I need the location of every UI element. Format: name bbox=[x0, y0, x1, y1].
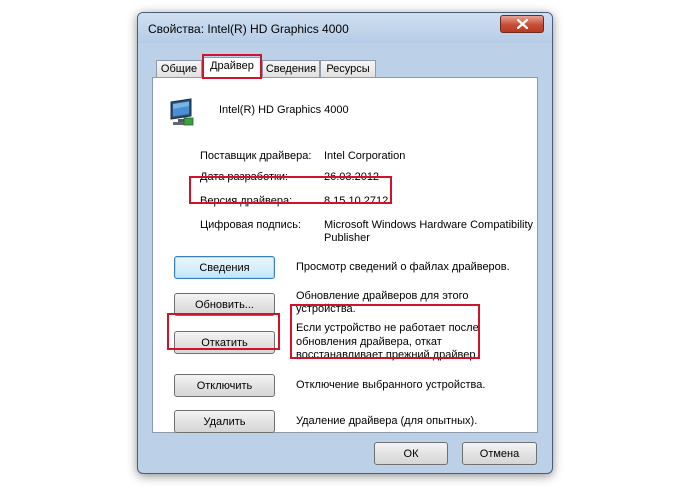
rollback-description-highlight bbox=[290, 304, 480, 359]
tab-general[interactable]: Общие bbox=[156, 60, 202, 77]
properties-dialog: Свойства: Intel(R) HD Graphics 4000 Общи… bbox=[137, 12, 553, 474]
signature-value-line1: Microsoft Windows Hardware Compatibility bbox=[324, 219, 534, 231]
signature-label: Цифровая подпись: bbox=[200, 219, 302, 231]
uninstall-driver-button[interactable]: Удалить bbox=[174, 410, 275, 433]
device-name: Intel(R) HD Graphics 4000 bbox=[219, 104, 349, 116]
rollback-button-highlight bbox=[167, 313, 280, 350]
driver-details-button[interactable]: Сведения bbox=[174, 256, 275, 279]
monitor-icon bbox=[170, 98, 194, 126]
close-icon bbox=[517, 19, 528, 29]
provider-value: Intel Corporation bbox=[324, 150, 406, 162]
tab-resources[interactable]: Ресурсы bbox=[320, 60, 376, 77]
disable-description: Отключение выбранного устройства. bbox=[296, 379, 486, 391]
uninstall-description: Удаление драйвера (для опытных). bbox=[296, 415, 478, 427]
update-description-line1: Обновление драйверов для этого bbox=[296, 290, 469, 302]
close-button[interactable] bbox=[500, 15, 544, 33]
signature-value-line2: Publisher bbox=[324, 232, 370, 244]
tab-details[interactable]: Сведения bbox=[262, 60, 320, 77]
ok-button[interactable]: ОК bbox=[374, 442, 448, 465]
provider-label: Поставщик драйвера: bbox=[200, 150, 312, 162]
driver-tab-highlight bbox=[202, 54, 262, 79]
title-bar[interactable]: Свойства: Intel(R) HD Graphics 4000 bbox=[138, 13, 552, 43]
window-title: Свойства: Intel(R) HD Graphics 4000 bbox=[148, 22, 349, 36]
cancel-button[interactable]: Отмена bbox=[462, 442, 537, 465]
details-description: Просмотр сведений о файлах драйверов. bbox=[296, 261, 510, 273]
disable-device-button[interactable]: Отключить bbox=[174, 374, 275, 397]
version-highlight bbox=[189, 176, 392, 204]
driver-panel: Intel(R) HD Graphics 4000 Поставщик драй… bbox=[152, 77, 538, 433]
